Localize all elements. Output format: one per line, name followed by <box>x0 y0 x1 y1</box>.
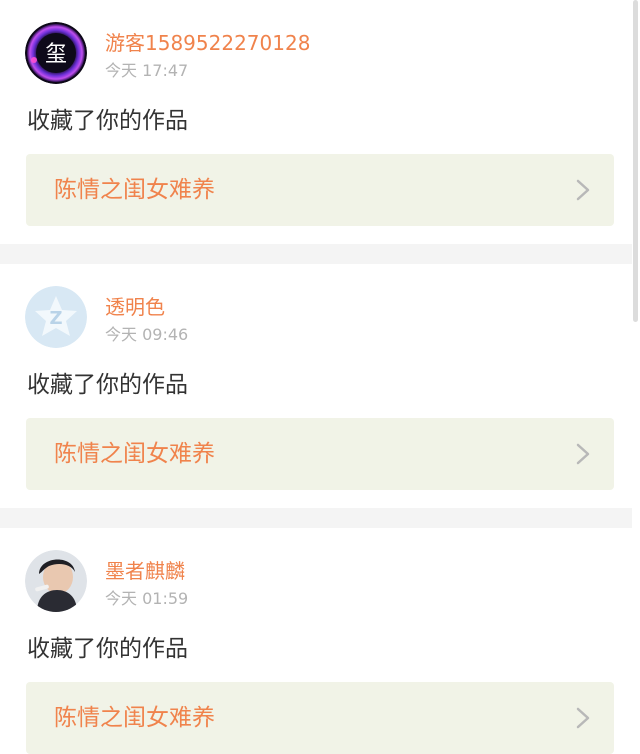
default-z-avatar-icon: Z <box>25 286 87 348</box>
card-separator <box>0 244 632 264</box>
work-title: 陈情之闺女难养 <box>54 705 215 731</box>
username[interactable]: 透明色 <box>105 294 165 320</box>
card-separator <box>0 508 632 528</box>
avatar[interactable]: 玺 <box>25 22 87 84</box>
chevron-right-icon <box>576 707 590 729</box>
timestamp: 今天 09:46 <box>105 325 189 344</box>
notification-card: 墨者麒麟 今天 01:59 收藏了你的作品 陈情之闺女难养 <box>0 528 632 754</box>
chevron-right-icon <box>576 443 590 465</box>
notification-card: Z 透明色 今天 09:46 收藏了你的作品 陈情之闺女难养 <box>0 264 632 508</box>
avatar[interactable] <box>25 550 87 612</box>
work-link-button[interactable]: 陈情之闺女难养 <box>26 682 614 754</box>
notification-card: 玺 游客1589522270128 今天 17:47 收藏了你的作品 陈情之闺女… <box>0 0 632 244</box>
action-text: 收藏了你的作品 <box>27 372 188 398</box>
username[interactable]: 墨者麒麟 <box>105 558 185 584</box>
timestamp: 今天 17:47 <box>105 61 189 80</box>
avatar[interactable]: Z <box>25 286 87 348</box>
scrollbar[interactable] <box>633 0 638 322</box>
notification-feed: 玺 游客1589522270128 今天 17:47 收藏了你的作品 陈情之闺女… <box>0 0 640 754</box>
work-title: 陈情之闺女难养 <box>54 177 215 203</box>
svg-text:玺: 玺 <box>45 42 67 67</box>
work-link-button[interactable]: 陈情之闺女难养 <box>26 154 614 226</box>
work-title: 陈情之闺女难养 <box>54 441 215 467</box>
svg-text:Z: Z <box>49 308 62 329</box>
action-text: 收藏了你的作品 <box>27 108 188 134</box>
timestamp: 今天 01:59 <box>105 589 189 608</box>
portrait-avatar-icon <box>25 550 87 612</box>
purple-orb-avatar-icon: 玺 <box>25 22 87 84</box>
username[interactable]: 游客1589522270128 <box>105 30 310 56</box>
chevron-right-icon <box>576 179 590 201</box>
action-text: 收藏了你的作品 <box>27 636 188 662</box>
work-link-button[interactable]: 陈情之闺女难养 <box>26 418 614 490</box>
